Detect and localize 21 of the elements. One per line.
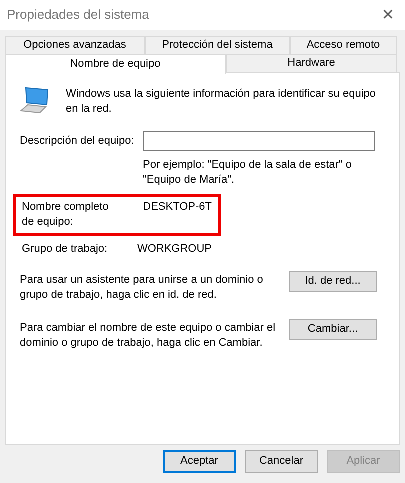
action-button[interactable]: Id. de red... [289,271,377,292]
hint-text: Por ejemplo: "Equipo de la sala de estar" o "Equipo de María". [143,158,353,188]
field-label: Nombre completo de equipo: [22,200,110,230]
tab[interactable]: Hardware [226,54,397,72]
dialog-button[interactable]: Cancelar [245,450,318,473]
action-button[interactable]: Cambiar... [289,319,377,340]
dialog-button[interactable]: Aceptar [163,450,236,473]
tab[interactable]: Opciones avanzadas [5,36,145,54]
tab[interactable]: Nombre de equipo [5,54,226,74]
instruction-text: Para cambiar el nombre de este equipo o cambiar el dominio o grupo de trabajo, haga clic en Cambiar. [20,321,277,351]
tab[interactable]: Acceso remoto [290,36,397,54]
window-title: Propiedades del sistema [7,6,150,24]
intro-text: Windows usa la siguiente información para identificar su equipo en la red. [66,87,376,117]
instruction-text: Para usar un asistente para unirse a un dominio o grupo de trabajo, haga clic en id. de red. [20,273,264,303]
field-label: Grupo de trabajo: [22,242,109,257]
tab[interactable]: Protección del sistema [145,36,290,54]
field-value: WORKGROUP [137,242,212,257]
field-label: Descripción del equipo: [20,134,136,149]
field-value: DESKTOP-6T [143,200,212,215]
description-input[interactable] [143,131,375,151]
close-button[interactable]: × [378,5,398,25]
